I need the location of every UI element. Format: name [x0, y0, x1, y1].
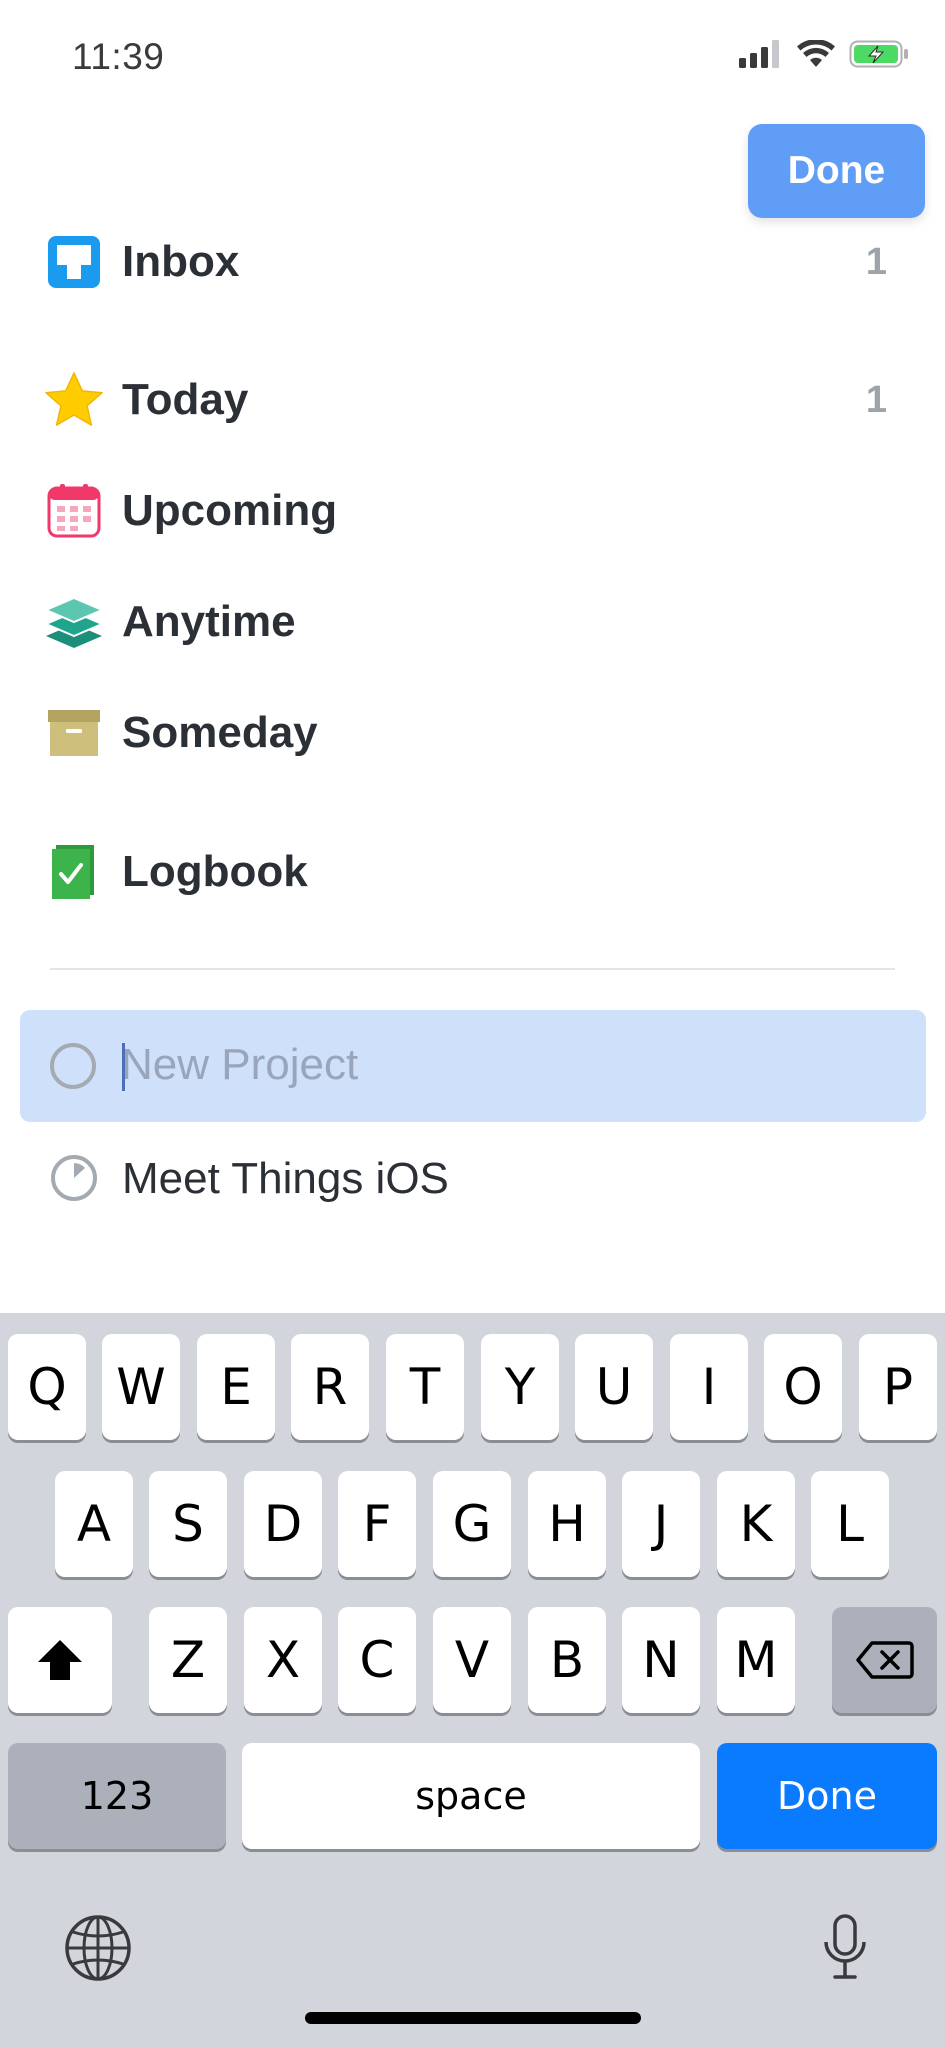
- key-x[interactable]: X: [244, 1607, 322, 1713]
- sidebar-item-inbox[interactable]: Inbox 1: [0, 212, 945, 312]
- project-item-meet-things-ios[interactable]: Meet Things iOS: [0, 1128, 945, 1228]
- numbers-key-label: 123: [80, 1774, 154, 1818]
- section-divider: [50, 968, 895, 970]
- key-r[interactable]: R: [291, 1334, 369, 1440]
- sidebar-item-today[interactable]: Today 1: [0, 350, 945, 450]
- backspace-icon: [855, 1641, 914, 1679]
- progress-pie-icon: [50, 1154, 98, 1207]
- key-e[interactable]: E: [197, 1334, 275, 1440]
- done-button[interactable]: Done: [748, 124, 925, 218]
- globe-icon[interactable]: [64, 1914, 132, 1982]
- space-key[interactable]: space: [242, 1743, 700, 1849]
- key-q[interactable]: Q: [8, 1334, 86, 1440]
- key-s[interactable]: S: [149, 1471, 227, 1577]
- shift-key[interactable]: [8, 1607, 112, 1713]
- sidebar-item-someday[interactable]: Someday: [0, 683, 945, 783]
- key-o[interactable]: O: [764, 1334, 842, 1440]
- key-c[interactable]: C: [338, 1607, 416, 1713]
- sidebar-item-logbook[interactable]: Logbook: [0, 822, 945, 922]
- keyboard-done-label: Done: [777, 1774, 877, 1818]
- key-n[interactable]: N: [622, 1607, 700, 1713]
- key-v[interactable]: V: [433, 1607, 511, 1713]
- status-time: 11:39: [72, 36, 165, 77]
- inbox-icon: [44, 232, 104, 292]
- key-b[interactable]: B: [528, 1607, 606, 1713]
- sidebar-item-anytime[interactable]: Anytime: [0, 572, 945, 672]
- key-u[interactable]: U: [575, 1334, 653, 1440]
- item-count-badge: 1: [865, 240, 887, 283]
- status-icons: [739, 40, 909, 68]
- key-z[interactable]: Z: [149, 1607, 227, 1713]
- keyboard-done-key[interactable]: Done: [717, 1743, 937, 1849]
- item-count-badge: 1: [865, 378, 887, 421]
- key-f[interactable]: F: [338, 1471, 416, 1577]
- numbers-key[interactable]: 123: [8, 1743, 226, 1849]
- new-project-input[interactable]: New Project: [121, 1040, 358, 1090]
- key-l[interactable]: L: [811, 1471, 889, 1577]
- key-i[interactable]: I: [670, 1334, 748, 1440]
- key-d[interactable]: D: [244, 1471, 322, 1577]
- keyboard: Q W E R T Y U I O P A S D F G H J K L Z …: [0, 1313, 945, 2048]
- project-circle-icon: [50, 1043, 96, 1089]
- cellular-signal-icon: [739, 40, 779, 68]
- text-cursor: [122, 1043, 125, 1091]
- key-t[interactable]: T: [386, 1334, 464, 1440]
- backspace-key[interactable]: [832, 1607, 937, 1713]
- key-w[interactable]: W: [102, 1334, 180, 1440]
- key-j[interactable]: J: [622, 1471, 700, 1577]
- key-m[interactable]: M: [717, 1607, 795, 1713]
- star-icon: [44, 370, 104, 430]
- microphone-icon[interactable]: [820, 1914, 870, 1982]
- calendar-icon: [44, 481, 104, 541]
- project-label: Meet Things iOS: [122, 1154, 449, 1203]
- space-key-label: space: [415, 1774, 527, 1818]
- key-h[interactable]: H: [528, 1471, 606, 1577]
- sidebar-item-label: Upcoming: [122, 486, 338, 535]
- key-a[interactable]: A: [55, 1471, 133, 1577]
- wifi-icon: [797, 40, 835, 67]
- layers-icon: [44, 592, 104, 652]
- sidebar-item-label: Anytime: [122, 597, 296, 646]
- key-k[interactable]: K: [717, 1471, 795, 1577]
- status-bar: 11:39: [0, 0, 945, 110]
- sidebar-item-label: Today: [122, 375, 249, 424]
- home-indicator: [305, 2012, 641, 2024]
- logbook-icon: [44, 842, 104, 902]
- archive-box-icon: [44, 703, 104, 763]
- sidebar-item-label: Inbox: [122, 237, 240, 286]
- key-p[interactable]: P: [859, 1334, 937, 1440]
- new-project-row[interactable]: New Project: [20, 1010, 926, 1122]
- key-g[interactable]: G: [433, 1471, 511, 1577]
- shift-arrow-icon: [38, 1640, 82, 1680]
- sidebar-item-upcoming[interactable]: Upcoming: [0, 461, 945, 561]
- sidebar-item-label: Logbook: [122, 847, 308, 896]
- battery-charging-icon: [849, 40, 908, 68]
- key-y[interactable]: Y: [481, 1334, 559, 1440]
- sidebar-item-label: Someday: [122, 708, 318, 757]
